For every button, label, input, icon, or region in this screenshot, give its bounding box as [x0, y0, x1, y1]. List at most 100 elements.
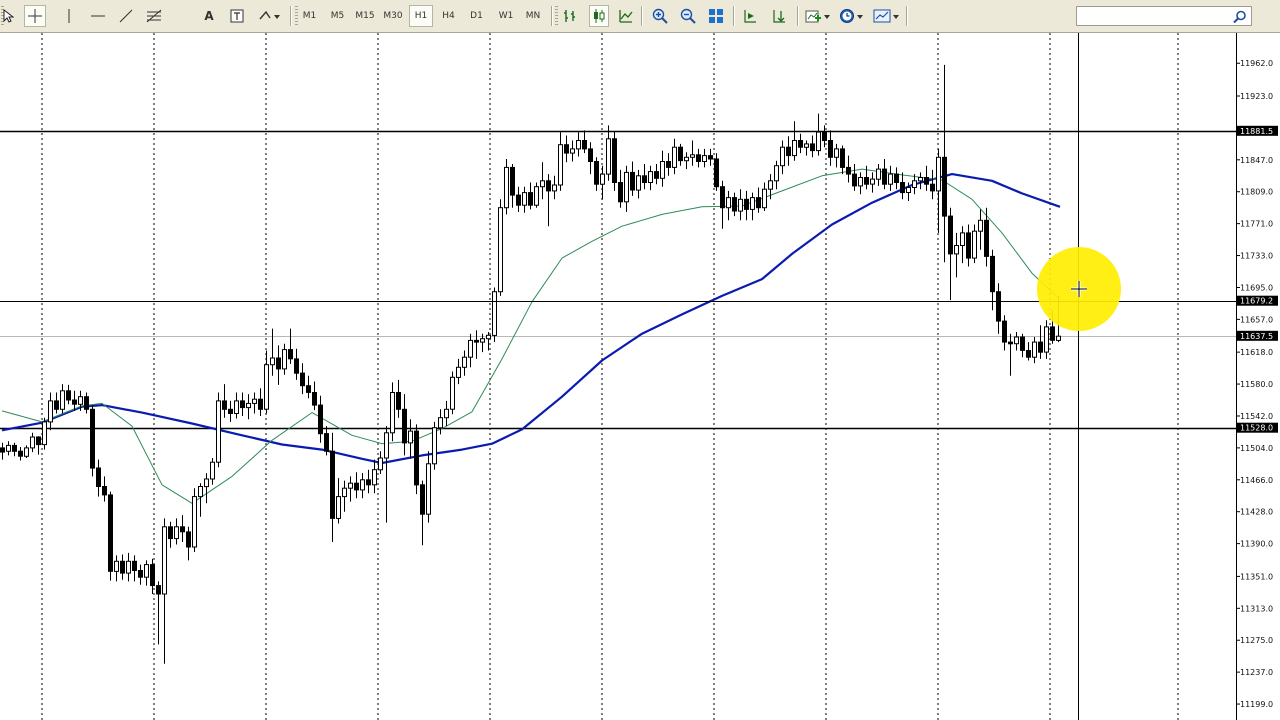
candle [720, 180, 725, 229]
candle [954, 232, 959, 278]
tile-windows-icon[interactable] [706, 5, 726, 27]
timeframe-m1[interactable]: M1 [298, 5, 321, 27]
candle [762, 182, 767, 211]
candle-body-up [60, 390, 65, 410]
candle-body-up [1044, 326, 1049, 353]
candle [510, 164, 515, 208]
price-tick-label: 11275.0 [1240, 636, 1273, 645]
line-chart-icon[interactable] [617, 5, 635, 27]
candle-body-up [690, 154, 695, 158]
search-input[interactable] [1079, 8, 1229, 24]
candle [918, 172, 923, 190]
candle-body-down [642, 175, 647, 184]
candle [1020, 333, 1025, 358]
candle [756, 187, 761, 213]
periods-icon[interactable] [838, 5, 866, 27]
timeframe-h1[interactable]: H1 [409, 5, 433, 27]
toolbar-grip[interactable] [555, 6, 558, 26]
candle [774, 160, 779, 190]
chart-shift-icon[interactable] [741, 5, 759, 27]
price-tick-label: 11962.0 [1240, 59, 1273, 68]
candle-body-down [300, 372, 305, 387]
candle [18, 447, 23, 461]
candle-body-up [1014, 336, 1019, 345]
indicators-icon[interactable] [804, 5, 832, 27]
candle [870, 172, 875, 193]
candle [414, 424, 419, 495]
candle-body-up [888, 173, 893, 185]
candle-body-up [384, 432, 389, 459]
candle-body-up [30, 436, 35, 449]
arrow-cursor-icon[interactable] [1, 5, 16, 27]
candle-body-down [894, 173, 899, 184]
toolbar-separator [733, 6, 735, 26]
timeframe-mn[interactable]: MN [521, 5, 545, 27]
text-icon[interactable]: A [200, 5, 218, 27]
candle-body-up [144, 564, 149, 578]
text-label-icon[interactable] [228, 5, 246, 27]
zoom-out-icon[interactable] [678, 5, 698, 27]
crosshair-icon[interactable] [24, 5, 46, 27]
candle-body-down [12, 444, 17, 452]
search-box[interactable] [1076, 6, 1252, 26]
candle [546, 174, 551, 227]
price-tick-label: 11771.0 [1240, 220, 1273, 229]
search-icon[interactable] [1233, 9, 1247, 28]
price-tag-label: 11637.5 [1240, 332, 1273, 341]
candle-body-down [294, 358, 299, 374]
candle [228, 400, 233, 422]
candle-body-up [558, 144, 563, 186]
candle-body-up [282, 349, 287, 370]
candle [90, 405, 95, 477]
autoscroll-icon[interactable] [769, 5, 789, 27]
candle [114, 555, 119, 582]
candle-body-down [528, 192, 533, 206]
candle [204, 473, 209, 504]
candle [174, 518, 179, 545]
timeframe-m15[interactable]: M15 [353, 5, 377, 27]
candle-body-up [804, 143, 809, 148]
candle-body-down [312, 392, 317, 406]
candle [312, 381, 317, 411]
vertical-line-icon[interactable] [62, 5, 76, 27]
candle [6, 441, 11, 456]
timeframe-m5[interactable]: M5 [326, 5, 349, 27]
candle [792, 121, 797, 161]
candle-body-down [666, 161, 671, 168]
candle-body-up [78, 396, 83, 405]
candle [84, 392, 89, 414]
price-tag: 11637.5 [1237, 330, 1278, 341]
candle [96, 459, 101, 497]
price-axis[interactable]: 11962.0 11923.0 11847.0 11809.0 11771.0 11733… [1236, 33, 1280, 720]
templates-icon[interactable] [872, 5, 902, 27]
fibonacci-icon[interactable] [144, 5, 164, 27]
shapes-dropdown-icon[interactable] [256, 5, 284, 27]
candle-body-up [684, 156, 689, 162]
candle-body-up [198, 486, 203, 498]
price-chart[interactable]: 11962.0 11923.0 11847.0 11809.0 11771.0 11733… [0, 33, 1280, 720]
candle-body-up [462, 356, 467, 368]
candle [126, 552, 131, 582]
timeframe-m30[interactable]: M30 [381, 5, 405, 27]
candle [1038, 325, 1043, 359]
price-tick-label: 11237.0 [1240, 668, 1273, 677]
candle-body-up [600, 173, 605, 185]
timeframe-w1[interactable]: W1 [494, 5, 518, 27]
candle-body-up [606, 138, 611, 175]
timeframe-h4[interactable]: H4 [437, 5, 460, 27]
candle [162, 518, 167, 664]
candle-body-down [108, 494, 113, 572]
horizontal-line-icon[interactable] [89, 5, 107, 27]
bar-chart-icon[interactable] [561, 5, 579, 27]
candle-body-down [420, 484, 425, 515]
candle [492, 287, 497, 343]
candle-body-up [726, 197, 731, 209]
chart-window[interactable]: 11962.0 11923.0 11847.0 11809.0 11771.0 11733… [0, 33, 1280, 720]
candle-body-up [492, 291, 497, 336]
candle [0, 442, 5, 460]
zoom-in-icon[interactable] [650, 5, 670, 27]
candle [420, 480, 425, 546]
candlestick-chart-icon[interactable] [589, 5, 609, 27]
timeframe-d1[interactable]: D1 [465, 5, 488, 27]
trendline-icon[interactable] [117, 5, 135, 27]
